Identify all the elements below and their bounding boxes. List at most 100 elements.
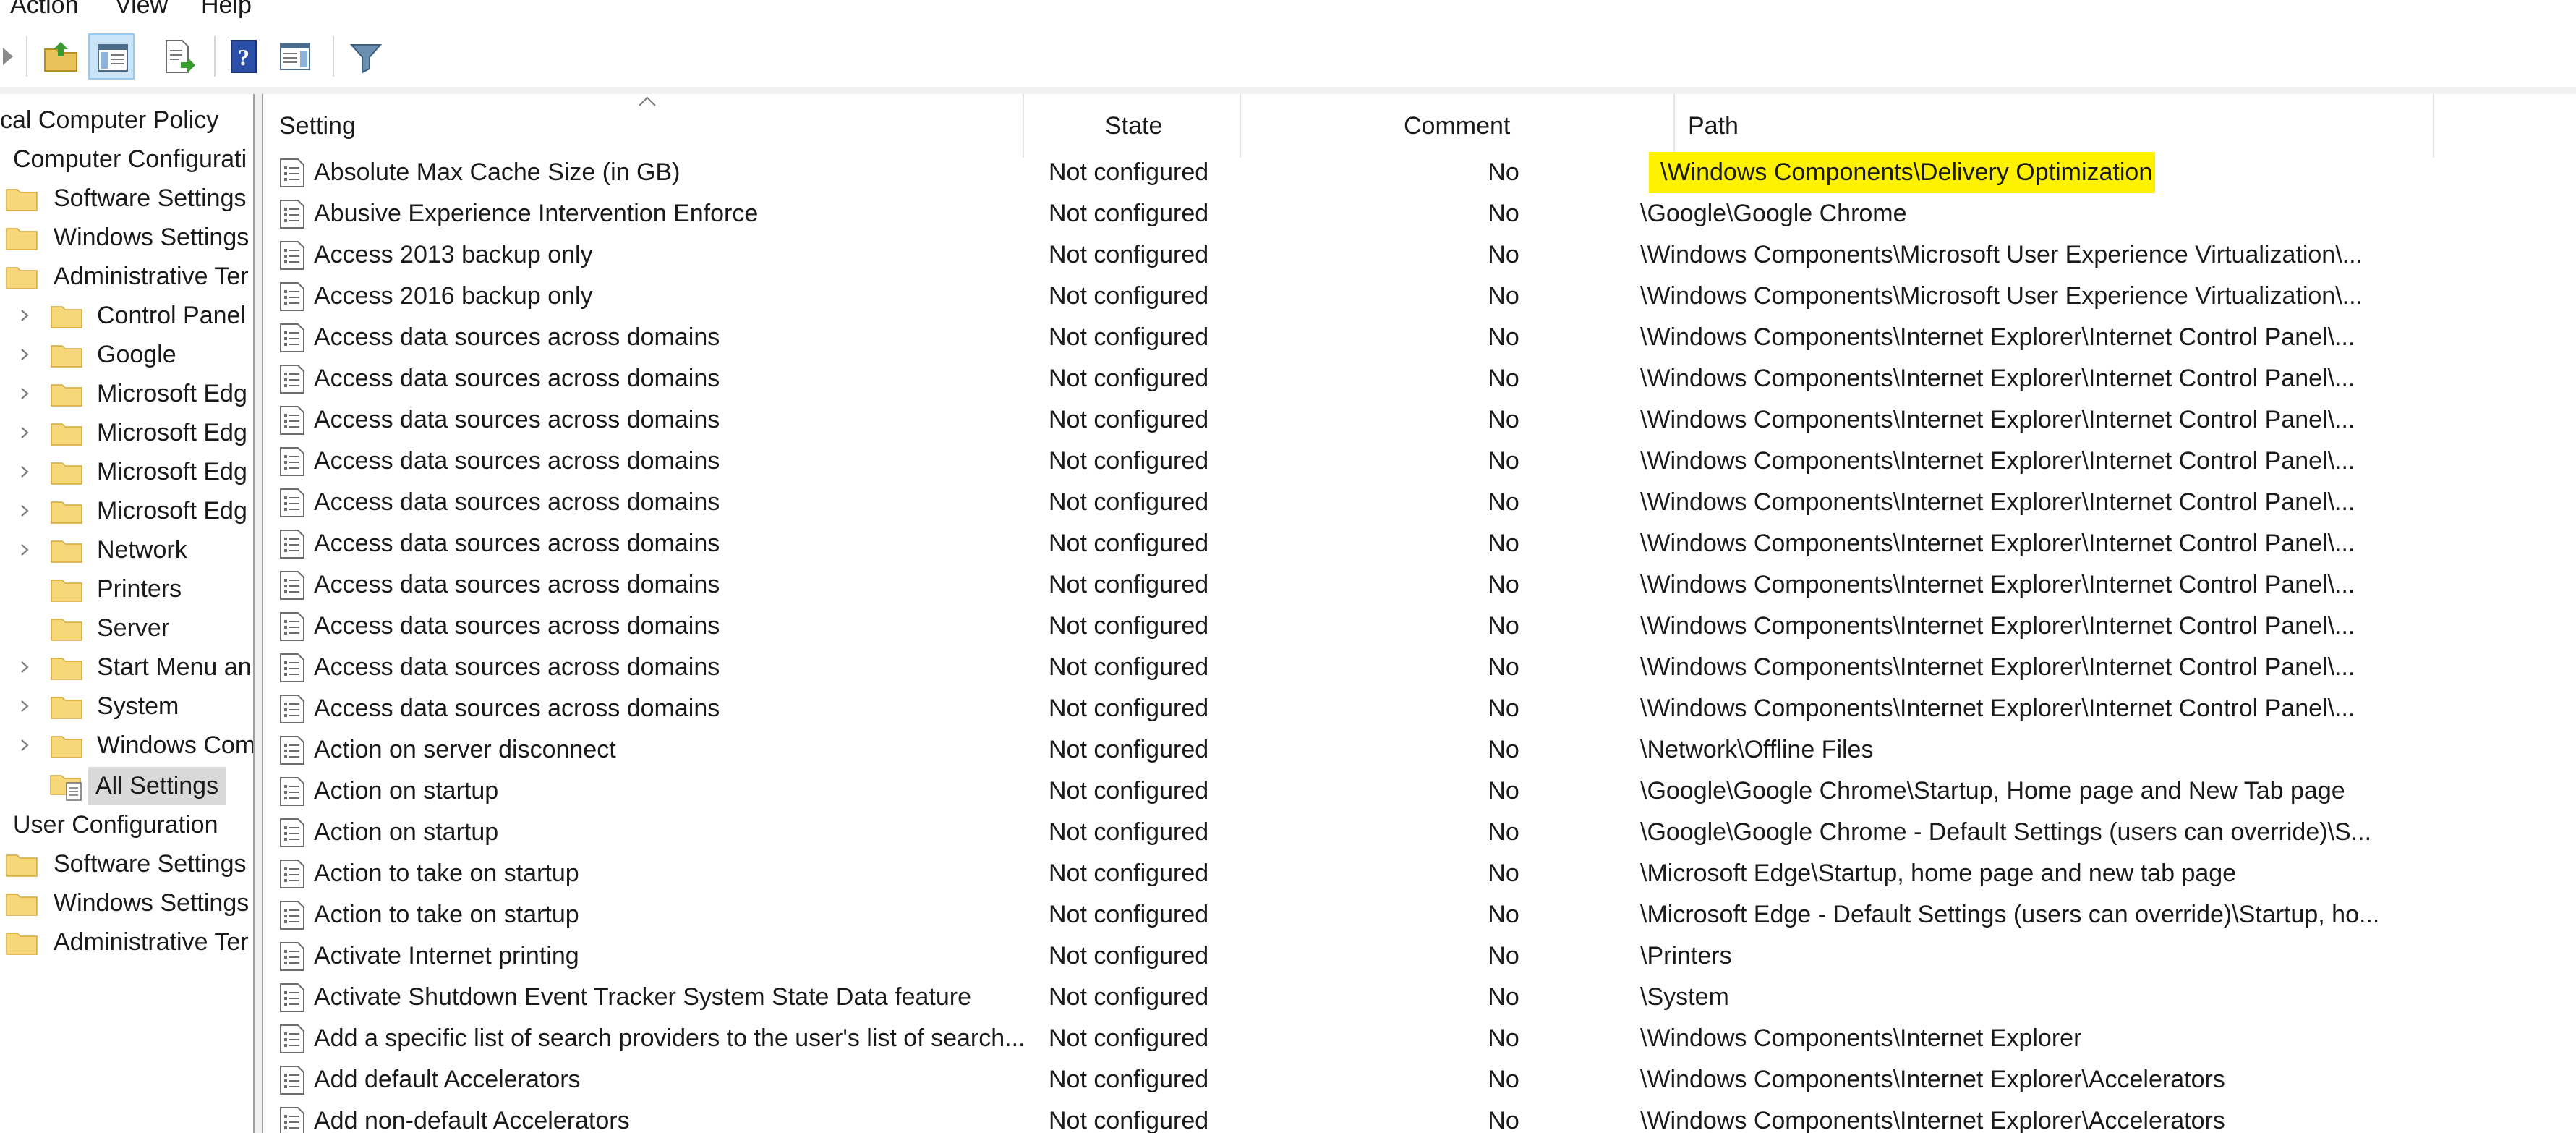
policy-setting-icon (278, 1065, 307, 1095)
policy-setting-icon (278, 488, 307, 518)
cell-state: Not configured (1049, 695, 1209, 722)
menu-action[interactable]: Action (10, 0, 79, 17)
chevron-right-icon[interactable] (17, 543, 32, 557)
pane-splitter[interactable] (253, 94, 263, 1133)
table-row[interactable]: Abusive Experience Intervention Enforce N… (263, 193, 2576, 234)
folder-icon (51, 619, 82, 641)
table-row[interactable]: Add default Accelerators Not configured No… (263, 1059, 2576, 1100)
chevron-right-icon[interactable] (17, 699, 32, 713)
table-row[interactable]: Action on server disconnect Not configure… (263, 729, 2576, 771)
show-hide-console-tree-button[interactable] (88, 33, 135, 80)
chevron-right-icon[interactable] (17, 738, 32, 752)
cell-state: Not configured (1049, 1066, 1209, 1093)
column-divider[interactable] (1023, 94, 1024, 158)
chevron-right-icon[interactable] (17, 425, 32, 440)
export-list-icon (166, 40, 195, 73)
tree-node-label: User Configuration (13, 811, 218, 839)
table-row[interactable]: Access data sources across domains Not co… (263, 317, 2576, 358)
table-row[interactable]: Access 2013 backup only Not configured No \… (263, 234, 2576, 276)
column-header-state[interactable]: State (1105, 94, 1162, 158)
chevron-right-icon[interactable] (17, 464, 32, 479)
table-row[interactable]: Action on startup Not configured No \Google… (263, 812, 2576, 853)
toolbar-separator (26, 36, 27, 77)
column-divider[interactable] (1673, 94, 1675, 158)
policy-setting-icon (278, 323, 307, 353)
folder-icon (51, 540, 82, 563)
table-row[interactable]: Access data sources across domains Not co… (263, 606, 2576, 647)
tree-node-label: Printers (97, 575, 182, 603)
chevron-right-icon[interactable] (17, 347, 32, 362)
cell-state: Not configured (1049, 365, 1209, 392)
help-icon: ? (231, 40, 257, 73)
cell-path: \System (1640, 983, 1729, 1011)
chevron-right-icon[interactable] (17, 386, 32, 401)
table-row[interactable]: Access 2016 backup only Not configured No \… (263, 276, 2576, 317)
table-row[interactable]: Activate Internet printing Not configured… (263, 935, 2576, 977)
table-row[interactable]: Add a specific list of search providers … (263, 1018, 2576, 1059)
table-row[interactable]: Access data sources across domains Not co… (263, 441, 2576, 482)
cell-path: \Microsoft Edge\Startup, home page and n… (1640, 860, 2237, 887)
table-row[interactable]: Access data sources across domains Not co… (263, 688, 2576, 729)
policy-setting-icon (278, 570, 307, 601)
filter-options-button[interactable] (343, 33, 389, 80)
back-arrow-icon (3, 48, 13, 65)
column-header-path[interactable]: Path (1688, 94, 1739, 158)
table-row[interactable]: Access data sources across domains Not co… (263, 647, 2576, 688)
table-row[interactable]: Action to take on startup Not configured N… (263, 894, 2576, 935)
cell-path: \Windows Components\Internet Explorer\In… (1640, 406, 2355, 433)
table-row[interactable]: Action to take on startup Not configured N… (263, 853, 2576, 894)
cell-state: Not configured (1049, 241, 1209, 268)
cell-comment: No (1488, 200, 1519, 227)
cell-state: Not configured (1049, 571, 1209, 598)
table-row[interactable]: Access data sources across domains Not co… (263, 399, 2576, 441)
policy-setting-icon (278, 653, 307, 683)
export-list-button[interactable] (155, 33, 201, 80)
cell-comment: No (1488, 406, 1519, 433)
menu-help[interactable]: Help (201, 0, 252, 17)
help-button[interactable]: ? (221, 33, 268, 80)
chevron-right-icon[interactable] (17, 504, 32, 518)
cell-state: Not configured (1049, 200, 1209, 227)
cell-path: \Google\Google Chrome - Default Settings… (1640, 818, 2372, 846)
table-row[interactable]: Access data sources across domains Not co… (263, 358, 2576, 399)
tree-node-label: Microsoft Edg (97, 380, 247, 407)
menu-view[interactable]: View (115, 0, 168, 17)
tree-node-label: cal Computer Policy (0, 106, 219, 134)
table-row[interactable]: Access data sources across domains Not co… (263, 482, 2576, 523)
table-row[interactable]: Access data sources across domains Not co… (263, 564, 2576, 606)
cell-comment: No (1488, 860, 1519, 887)
cell-state: Not configured (1049, 447, 1209, 475)
cell-state: Not configured (1049, 406, 1209, 433)
show-hide-action-pane-button[interactable] (272, 33, 318, 80)
back-button[interactable] (0, 33, 25, 80)
cell-state: Not configured (1049, 488, 1209, 516)
table-row[interactable]: Add non-default Accelerators Not configur… (263, 1100, 2576, 1133)
policy-setting-icon (278, 983, 307, 1013)
tree-node-label: Start Menu an (97, 653, 252, 681)
table-row[interactable]: Access data sources across domains Not co… (263, 523, 2576, 564)
cell-state: Not configured (1049, 282, 1209, 310)
cell-comment: No (1488, 818, 1519, 846)
tree-node-label: Control Panel (97, 302, 247, 329)
show-action-pane-icon (280, 43, 310, 70)
column-header-comment[interactable]: Comment (1404, 94, 1510, 158)
cell-comment: No (1488, 488, 1519, 516)
cell-comment: No (1488, 901, 1519, 928)
column-header-setting[interactable]: Setting (279, 94, 356, 158)
table-row[interactable]: Action on startup Not configured No \Google… (263, 771, 2576, 812)
filter-icon (349, 44, 383, 74)
chevron-right-icon[interactable] (17, 308, 32, 323)
toolbar: ? (0, 26, 2576, 87)
chevron-right-icon[interactable] (17, 660, 32, 674)
column-divider[interactable] (2433, 94, 2434, 158)
list-header: Setting State Comment Path (263, 94, 2576, 158)
folder-icon (51, 736, 82, 758)
table-row[interactable]: Activate Shutdown Event Tracker System S… (263, 977, 2576, 1018)
cell-comment: No (1488, 447, 1519, 475)
cell-path: \Windows Components\Internet Explorer\In… (1640, 365, 2355, 392)
cell-state: Not configured (1049, 942, 1209, 969)
up-one-level-button[interactable] (38, 33, 84, 80)
tree-node-label: Administrative Ter (54, 263, 249, 290)
column-divider[interactable] (1240, 94, 1241, 158)
table-row[interactable]: Absolute Max Cache Size (in GB) Not confi… (263, 152, 2576, 193)
